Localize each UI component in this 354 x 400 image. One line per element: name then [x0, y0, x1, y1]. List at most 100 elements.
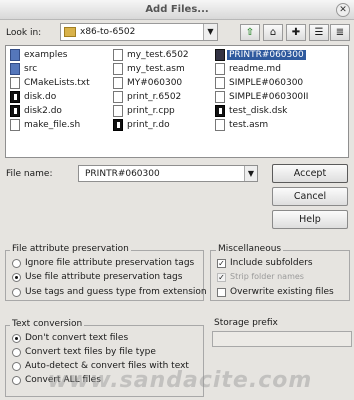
file-icon: [10, 77, 20, 89]
radio-button[interactable]: [12, 376, 21, 385]
home-icon[interactable]: ⌂: [263, 24, 283, 41]
folder-icon: [10, 63, 20, 75]
file-list-item[interactable]: print_r.6502: [111, 90, 211, 104]
title-bar: Add Files... ✕: [0, 0, 354, 20]
file-column: my_test.6502 my_test.asm MY#060300 print_r.…: [111, 48, 211, 132]
file-list-item[interactable]: disk2.do: [8, 104, 108, 118]
misc-title: Miscellaneous: [216, 244, 284, 254]
conversion-title: Text conversion: [10, 319, 85, 329]
add-files-dialog: Add Files... ✕ Look in: x86-to-6502 ▼ ⇧ …: [0, 0, 354, 400]
file-name: MY#060300: [127, 78, 183, 88]
file-name: my_test.6502: [127, 50, 189, 60]
file-name: test.asm: [229, 120, 269, 130]
file-list[interactable]: examples src CMakeLists.txt disk.do disk2.do…: [5, 45, 349, 158]
file-list-item[interactable]: disk.do: [8, 90, 108, 104]
radio-button[interactable]: [12, 288, 21, 297]
file-list-item[interactable]: src: [8, 62, 108, 76]
file-name: CMakeLists.txt: [24, 78, 90, 88]
option-label: Use file attribute preservation tags: [25, 272, 183, 282]
option-label: Don't convert text files: [25, 333, 129, 343]
file-list-item[interactable]: my_test.6502: [111, 48, 211, 62]
option-label: Overwrite existing files: [230, 287, 334, 297]
file-list-item[interactable]: CMakeLists.txt: [8, 76, 108, 90]
file-icon: [10, 105, 20, 117]
file-icon: [215, 63, 225, 75]
file-column: PRINTR#060300 readme.md SIMPLE#060300 SIMPL…: [213, 48, 347, 132]
file-icon: [215, 91, 225, 103]
up-arrow-icon[interactable]: ⇧: [240, 24, 260, 41]
file-name: print_r.do: [127, 120, 170, 130]
file-name: PRINTR#060300: [227, 50, 306, 60]
file-name: examples: [24, 50, 68, 60]
lookin-label: Look in:: [6, 28, 42, 38]
list-view-icon[interactable]: ☰: [309, 24, 329, 41]
option-label: Ignore file attribute preservation tags: [25, 258, 195, 268]
file-list-item[interactable]: examples: [8, 48, 108, 62]
new-folder-icon[interactable]: ✚: [286, 24, 306, 41]
file-name: my_test.asm: [127, 64, 185, 74]
file-icon: [113, 119, 123, 131]
file-name: print_r.6502: [127, 92, 182, 102]
file-list-item[interactable]: PRINTR#060300: [213, 48, 347, 62]
file-icon: [113, 105, 123, 117]
radio-button[interactable]: [12, 362, 21, 371]
file-icon: [10, 119, 20, 131]
preservation-title: File attribute preservation: [10, 244, 131, 254]
option-label: Convert ALL files: [25, 375, 101, 385]
radio-button[interactable]: [12, 348, 21, 357]
radio-button[interactable]: [12, 259, 21, 268]
file-list-item[interactable]: SIMPLE#060300: [213, 76, 347, 90]
lookin-dropdown[interactable]: x86-to-6502 ▼: [60, 23, 218, 41]
file-name: test_disk.dsk: [229, 106, 288, 116]
detail-view-icon[interactable]: ≣: [330, 24, 350, 41]
filename-field[interactable]: PRINTR#060300 ▼: [78, 165, 258, 182]
file-list-item[interactable]: test_disk.dsk: [213, 104, 347, 118]
file-name: disk.do: [24, 92, 57, 102]
close-icon[interactable]: ✕: [336, 3, 350, 17]
filename-value: PRINTR#060300: [85, 169, 160, 179]
file-list-item[interactable]: print_r.cpp: [111, 104, 211, 118]
file-name: src: [24, 64, 38, 74]
file-list-item[interactable]: SIMPLE#060300II: [213, 90, 347, 104]
file-list-item[interactable]: my_test.asm: [111, 62, 211, 76]
option-label: Auto-detect & convert files with text: [25, 361, 189, 371]
radio-button[interactable]: [12, 273, 21, 282]
file-icon: [113, 77, 123, 89]
checkbox[interactable]: ✓: [217, 273, 226, 282]
file-icon: [113, 49, 123, 61]
checkbox[interactable]: [217, 288, 226, 297]
folder-icon: [64, 27, 76, 37]
file-icon: [215, 105, 225, 117]
storage-prefix-label: Storage prefix: [214, 318, 278, 328]
file-icon: [215, 119, 225, 131]
chevron-down-icon[interactable]: ▼: [244, 166, 257, 181]
window-title: Add Files...: [145, 4, 209, 15]
file-icon: [215, 77, 225, 89]
file-icon: [113, 91, 123, 103]
file-name: make_file.sh: [24, 120, 81, 130]
option-label: Strip folder names: [230, 272, 304, 281]
file-list-item[interactable]: MY#060300: [111, 76, 211, 90]
radio-button[interactable]: [12, 334, 21, 343]
file-list-item[interactable]: readme.md: [213, 62, 347, 76]
filename-label: File name:: [6, 169, 53, 179]
checkbox[interactable]: ✓: [217, 259, 226, 268]
storage-prefix-input[interactable]: [212, 331, 352, 347]
help-button[interactable]: Help: [272, 210, 348, 229]
file-name: SIMPLE#060300: [229, 78, 304, 88]
chevron-down-icon[interactable]: ▼: [203, 24, 217, 40]
file-icon: [113, 63, 123, 75]
misc-option[interactable]: Overwrite existing files: [217, 287, 348, 299]
option-label: Use tags and guess type from extension: [25, 287, 207, 297]
file-list-item[interactable]: print_r.do: [111, 118, 211, 132]
file-icon: [10, 91, 20, 103]
file-list-item[interactable]: test.asm: [213, 118, 347, 132]
file-list-item[interactable]: make_file.sh: [8, 118, 108, 132]
file-icon: [215, 49, 225, 61]
file-name: readme.md: [229, 64, 281, 74]
file-column: examples src CMakeLists.txt disk.do disk2.do…: [8, 48, 108, 132]
file-name: SIMPLE#060300II: [229, 92, 309, 102]
option-label: Include subfolders: [230, 258, 313, 268]
accept-button[interactable]: Accept: [272, 164, 348, 183]
cancel-button[interactable]: Cancel: [272, 187, 348, 206]
